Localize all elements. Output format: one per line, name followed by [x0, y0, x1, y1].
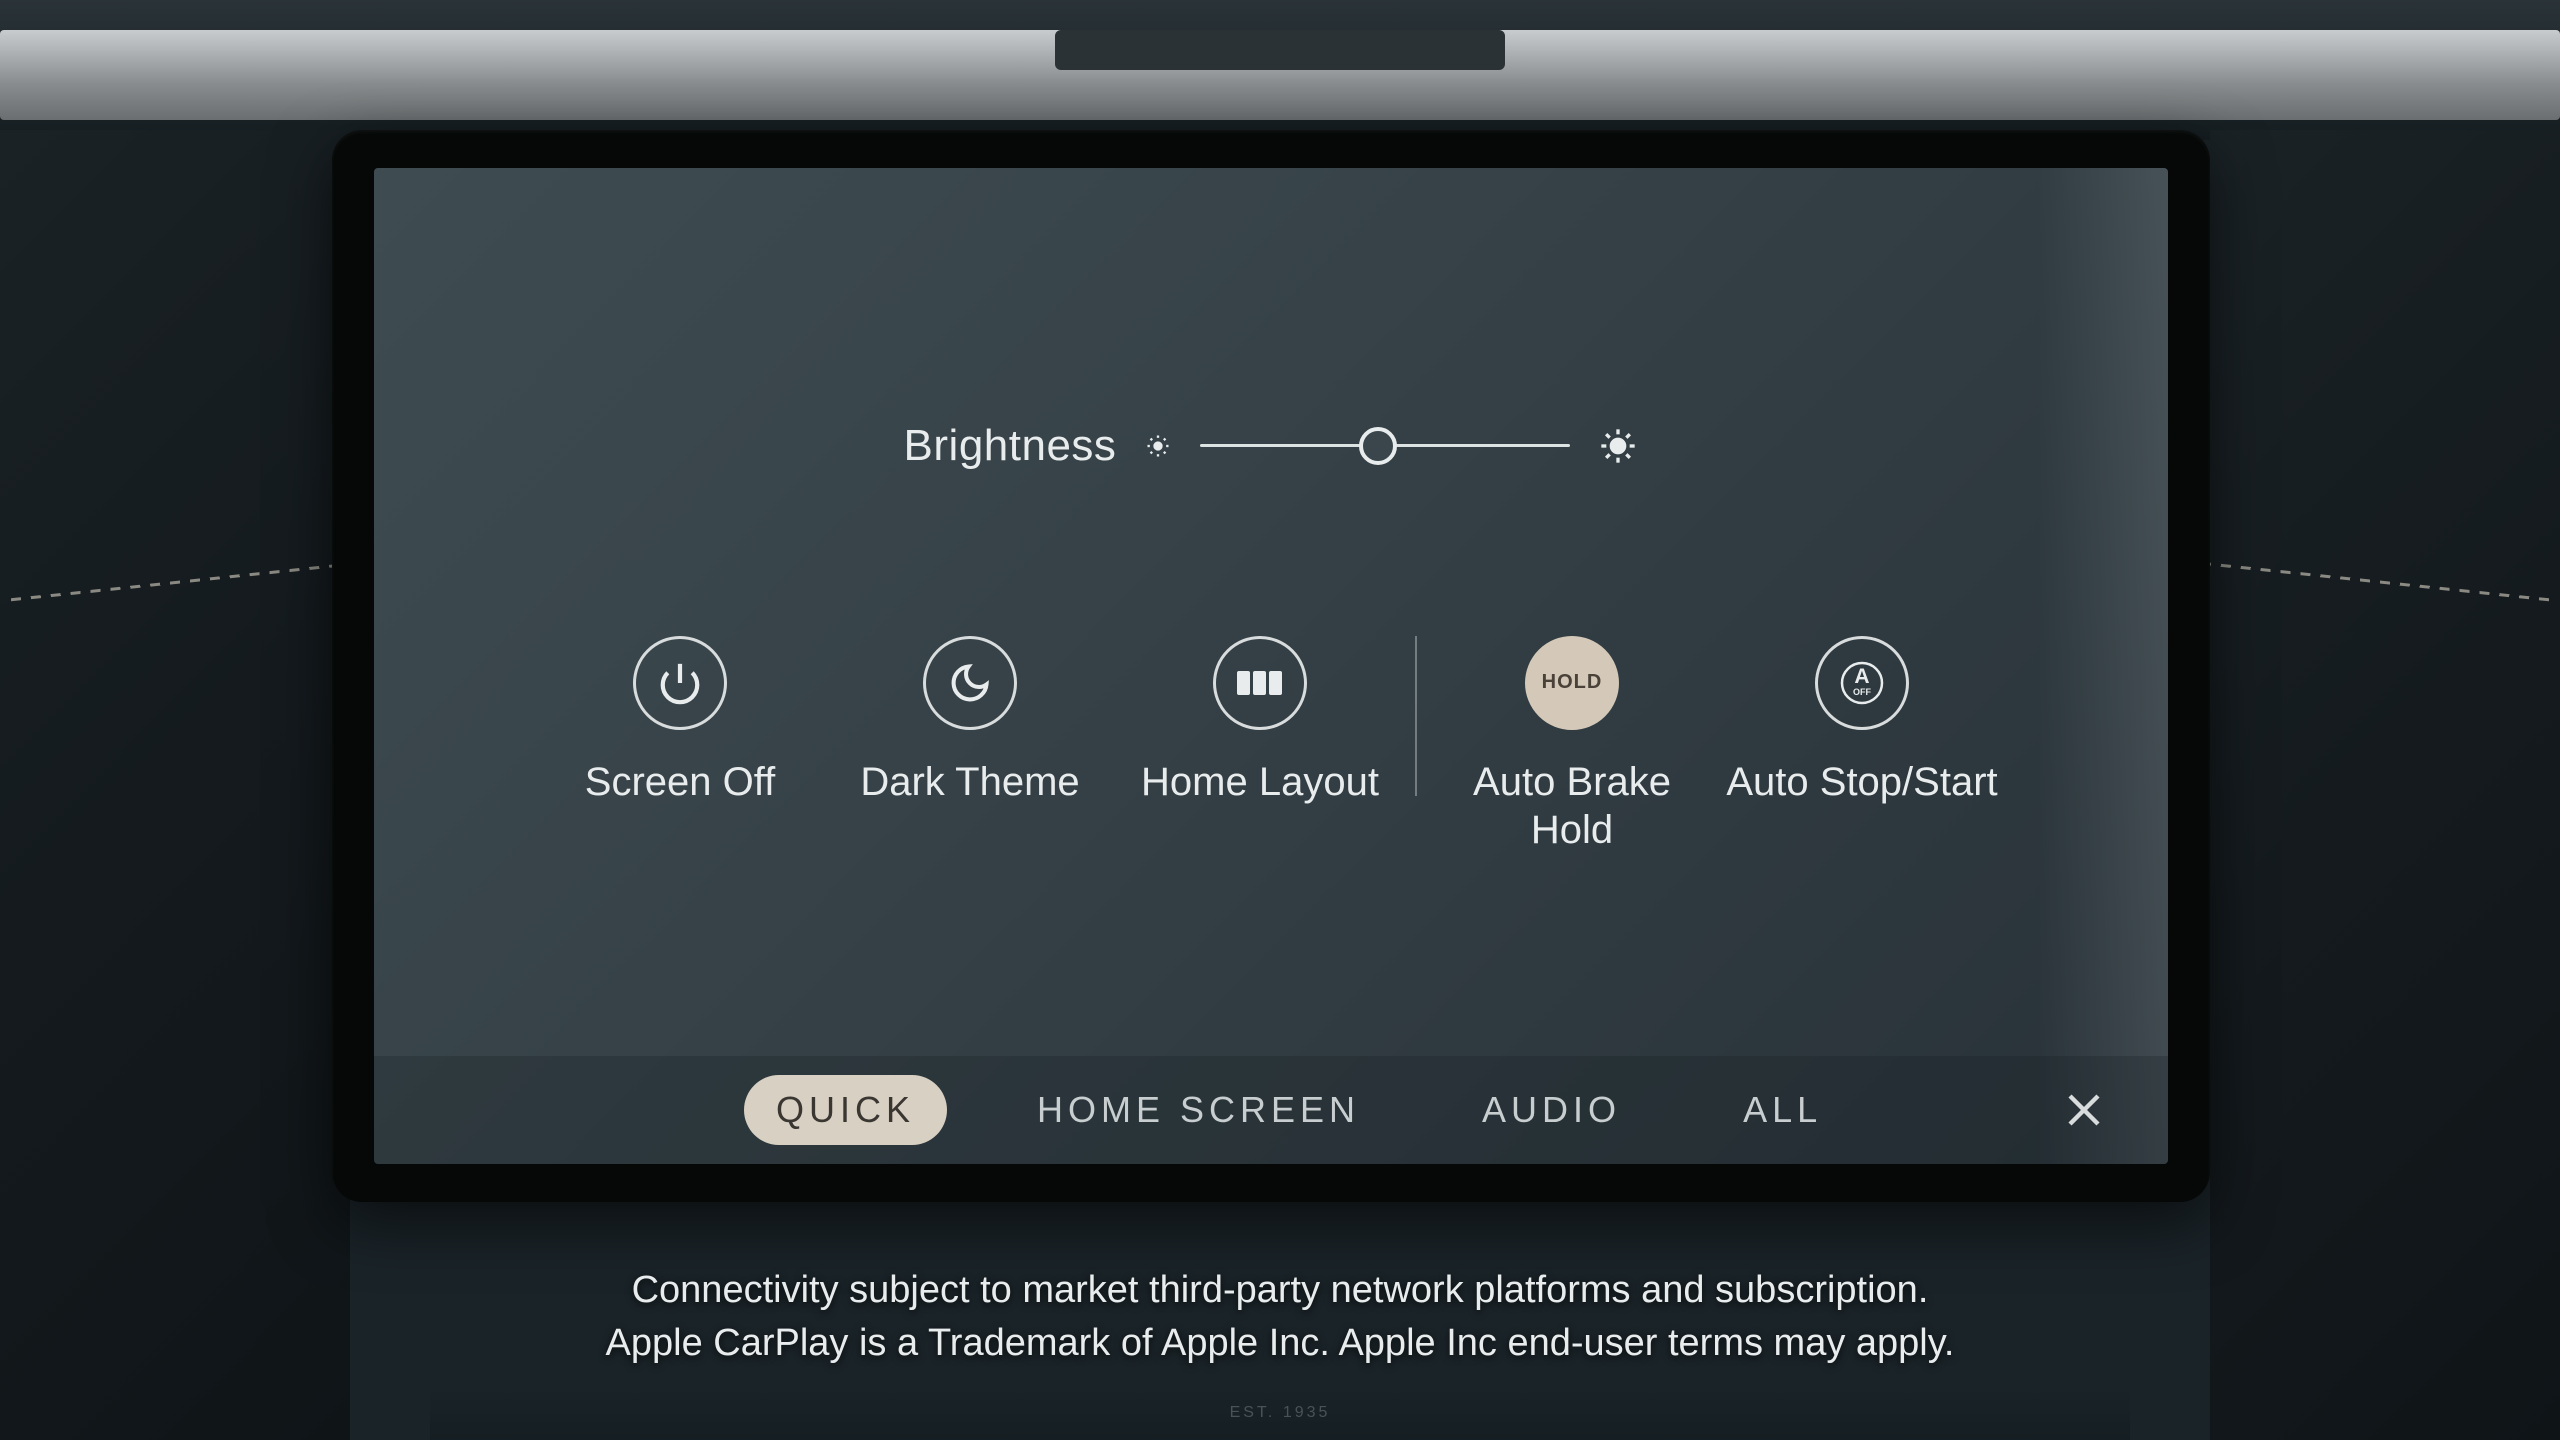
tabs-group: QUICK HOME SCREEN AUDIO ALL	[744, 1075, 1854, 1145]
hold-icon: HOLD	[1525, 636, 1619, 730]
sun-dim-icon	[1144, 432, 1172, 460]
home-layout-label: Home Layout	[1141, 758, 1379, 806]
home-layout-button[interactable]: Home Layout	[1115, 636, 1405, 806]
hold-icon-text: HOLD	[1542, 671, 1603, 694]
lower-screen-panel: EST. 1935	[430, 1385, 2130, 1440]
tab-home-screen[interactable]: HOME SCREEN	[1005, 1075, 1392, 1145]
disclaimer-line-2: Apple CarPlay is a Trademark of Apple In…	[606, 1317, 1955, 1370]
brightness-slider[interactable]	[1200, 444, 1570, 447]
dashboard-vent-slot	[1055, 30, 1505, 70]
dashboard-background	[0, 0, 2560, 140]
tab-audio[interactable]: AUDIO	[1450, 1075, 1653, 1145]
stitching-right	[2201, 562, 2549, 602]
svg-text:A: A	[1854, 665, 1869, 688]
power-icon	[633, 636, 727, 730]
dark-theme-button[interactable]: Dark Theme	[825, 636, 1115, 806]
bottom-tab-bar: QUICK HOME SCREEN AUDIO ALL	[374, 1056, 2168, 1164]
auto-stop-start-icon: A OFF	[1815, 636, 1909, 730]
disclaimer-line-1: Connectivity subject to market third-par…	[606, 1264, 1955, 1317]
screen-off-button[interactable]: Screen Off	[535, 636, 825, 806]
auto-brake-hold-button[interactable]: HOLD Auto Brake Hold	[1427, 636, 1717, 854]
tab-all[interactable]: ALL	[1711, 1075, 1854, 1145]
auto-stop-start-button[interactable]: A OFF Auto Stop/Start	[1717, 636, 2007, 806]
settings-content: Brightness	[374, 168, 2168, 1056]
action-divider	[1415, 636, 1417, 796]
svg-text:OFF: OFF	[1853, 687, 1871, 697]
brightness-control: Brightness	[904, 421, 1639, 471]
tab-quick[interactable]: QUICK	[744, 1075, 947, 1145]
disclaimer-text: Connectivity subject to market third-par…	[606, 1264, 1955, 1370]
grid-icon	[1213, 636, 1307, 730]
brightness-slider-thumb[interactable]	[1359, 427, 1397, 465]
dark-theme-label: Dark Theme	[860, 758, 1079, 806]
dashboard-trim	[0, 30, 2560, 120]
touchscreen-bezel: Brightness	[332, 130, 2210, 1202]
quick-actions-row: Screen Off Dark Theme	[535, 636, 2007, 854]
stitching-left	[11, 562, 359, 602]
touchscreen: Brightness	[374, 168, 2168, 1164]
moon-icon	[923, 636, 1017, 730]
leather-panel-right	[2210, 130, 2560, 1440]
close-button[interactable]	[2060, 1086, 2108, 1134]
screen-off-label: Screen Off	[585, 758, 775, 806]
auto-stop-start-label: Auto Stop/Start	[1726, 758, 1997, 806]
brand-est-badge: EST. 1935	[1230, 1404, 1331, 1422]
leather-panel-left	[0, 130, 350, 1440]
auto-brake-hold-label: Auto Brake Hold	[1427, 758, 1717, 854]
sun-bright-icon	[1598, 426, 1638, 466]
brightness-label: Brightness	[904, 421, 1117, 471]
